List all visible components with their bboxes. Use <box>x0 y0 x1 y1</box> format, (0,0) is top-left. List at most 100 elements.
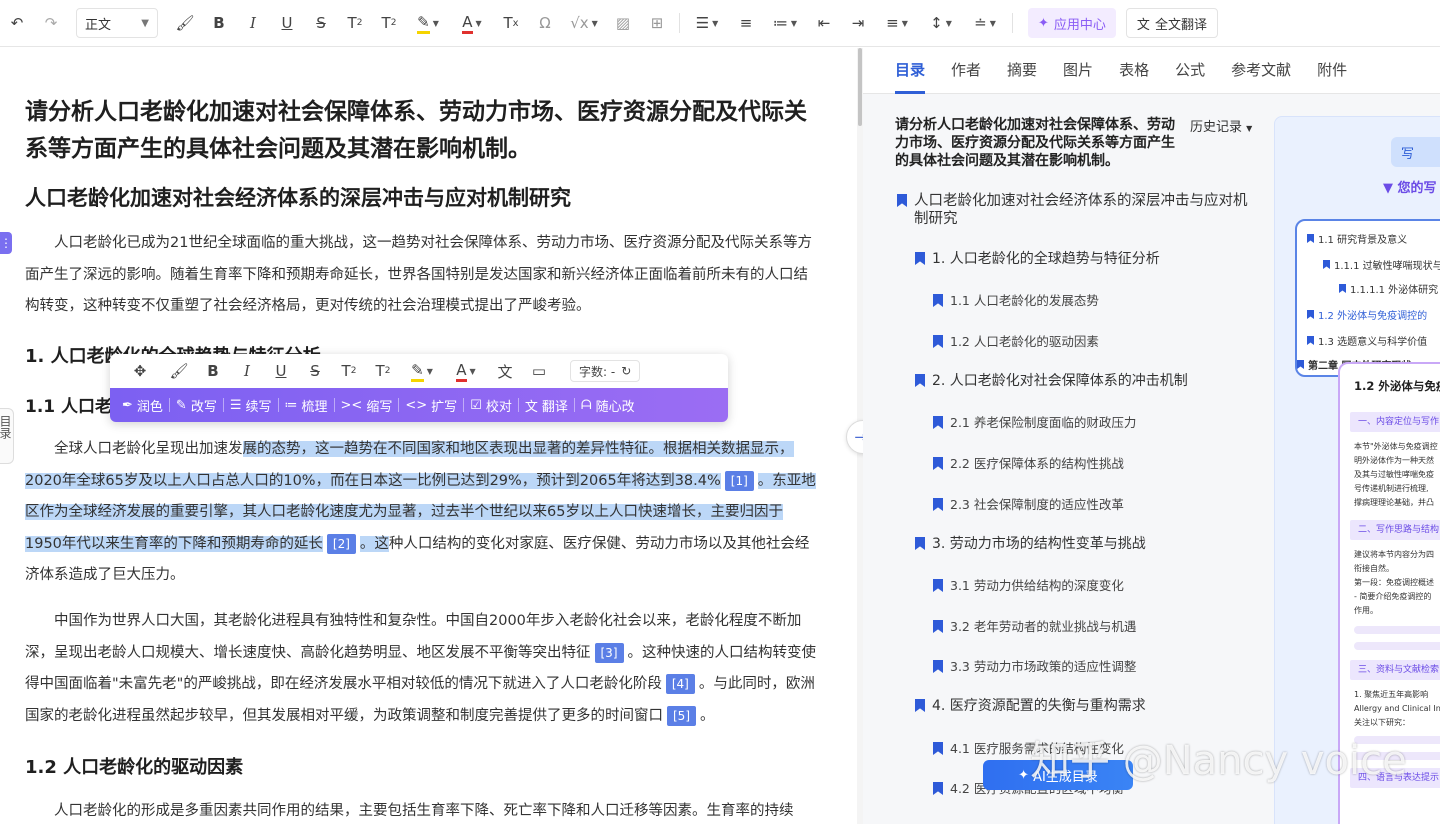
block-handle-icon[interactable]: ⋮ <box>0 232 12 254</box>
clear-format-icon[interactable]: Tx <box>494 8 528 38</box>
bookmark-icon <box>915 252 925 265</box>
format-painter-icon[interactable]: 🖌 <box>162 356 196 386</box>
history-dropdown[interactable]: 历史记录 ▼ <box>1190 116 1252 135</box>
strikethrough-icon[interactable]: S <box>304 8 338 38</box>
tab-abstract[interactable]: 摘要 <box>1007 48 1037 94</box>
tab-authors[interactable]: 作者 <box>951 48 981 94</box>
ai-preview-card: 写 ▼ 您的写 1.1 研究背景及意义 1.1.1 过敏性哮喘现状与 1.1.1… <box>1274 116 1440 824</box>
underline-icon[interactable]: U <box>264 356 298 386</box>
redo-icon[interactable]: ↷ <box>34 8 68 38</box>
toc-item[interactable]: 人口老龄化加速对社会经济体系的深层冲击与应对机制研究 <box>897 192 1257 228</box>
comment-icon[interactable]: ▭ <box>522 356 556 386</box>
highlight-color-icon[interactable]: ✎ ▼ <box>400 356 444 386</box>
font-color-icon[interactable]: A ▼ <box>450 8 494 38</box>
preview-toc-item: 1.1 研究背景及意义 <box>1307 231 1407 246</box>
paragraph-china[interactable]: 中国作为世界人口大国，其老龄化进程具有独特性和复杂性。中国自2000年步入老龄化… <box>25 606 817 732</box>
citation-2[interactable]: [2] <box>326 533 356 554</box>
ai-freeform-button[interactable]: ᗩ 随心改 <box>575 396 641 415</box>
scrollbar-thumb[interactable] <box>858 48 862 126</box>
citation-5[interactable]: [5] <box>667 705 696 726</box>
superscript-icon[interactable]: T2 <box>332 356 366 386</box>
align-icon[interactable]: ≡ ▼ <box>875 8 919 38</box>
italic-icon[interactable]: I <box>236 8 270 38</box>
side-toc-tab[interactable]: 目录 <box>0 408 14 464</box>
heading-subsection-1-2[interactable]: 1.2 人口老龄化的驱动因素 <box>25 753 243 779</box>
paragraph-style-select[interactable]: 正文 ▼ <box>76 8 158 38</box>
citation-1[interactable]: [1] <box>724 470 754 491</box>
ai-expand-button[interactable]: <> 扩写 <box>399 396 463 415</box>
tab-references[interactable]: 参考文献 <box>1231 48 1291 94</box>
paragraph-spacing-icon[interactable]: ≐ ▼ <box>963 8 1007 38</box>
bold-icon[interactable]: B <box>196 356 230 386</box>
bold-icon[interactable]: B <box>202 8 236 38</box>
italic-icon[interactable]: I <box>230 356 264 386</box>
toc-item[interactable]: 3.2 老年劳动者的就业挑战与机遇 <box>933 618 1136 636</box>
tab-tables[interactable]: 表格 <box>1119 48 1149 94</box>
multilevel-list-icon[interactable]: ≔ ▼ <box>763 8 807 38</box>
decrease-indent-icon[interactable]: ⇤ <box>807 8 841 38</box>
ai-continue-button[interactable]: ☰ 续写 <box>224 396 278 415</box>
font-color-icon[interactable]: A ▼ <box>444 356 488 386</box>
heading-subsection-1-1[interactable]: 1.1 人口老 <box>25 392 112 417</box>
refresh-icon[interactable]: ↻ <box>621 364 631 378</box>
table-icon[interactable]: ⊞ <box>640 8 674 38</box>
underline-icon[interactable]: U <box>270 8 304 38</box>
line-spacing-icon[interactable]: ↕ ▼ <box>919 8 963 38</box>
toc-item[interactable]: 1.1 人口老龄化的发展态势 <box>933 292 1099 310</box>
paragraph-intro[interactable]: 人口老龄化已成为21世纪全球面临的重大挑战，这一趋势对社会保障体系、劳动力市场、… <box>25 228 817 323</box>
toc-item[interactable]: 2.2 医疗保障体系的结构性挑战 <box>933 455 1124 473</box>
toc-item[interactable]: 1.2 人口老龄化的驱动因素 <box>933 333 1099 351</box>
tab-toc[interactable]: 目录 <box>895 48 926 94</box>
special-char-icon[interactable]: Ω <box>528 8 562 38</box>
toc-item[interactable]: 2. 人口老龄化对社会保障体系的冲击机制 <box>915 372 1188 390</box>
toc-item[interactable]: 1. 人口老龄化的全球趋势与特征分析 <box>915 250 1160 268</box>
numbered-list-icon[interactable]: ≡ <box>729 8 763 38</box>
ai-rewrite-button[interactable]: ✎ 改写 <box>170 396 223 415</box>
toc-item-label: 2.3 社会保障制度的适应性改革 <box>950 497 1124 512</box>
bookmark-icon <box>933 742 943 755</box>
toc-item[interactable]: 3.1 劳动力供给结构的深度变化 <box>933 577 1124 595</box>
citation-4[interactable]: [4] <box>665 674 695 694</box>
tab-images[interactable]: 图片 <box>1063 48 1093 94</box>
move-icon[interactable]: ✥ <box>118 356 162 386</box>
strikethrough-icon[interactable]: S <box>298 356 332 386</box>
ai-proofread-button[interactable]: ☑ 校对 <box>464 396 518 415</box>
document-title[interactable]: 请分析人口老龄化加速对社会保障体系、劳动力市场、医疗资源分配及代际关系等方面产生… <box>25 94 820 168</box>
toc-item[interactable]: 2.1 养老保险制度面临的财政压力 <box>933 414 1136 432</box>
subscript-icon[interactable]: T2 <box>366 356 400 386</box>
toc-item[interactable]: 3.3 劳动力市场政策的适应性调整 <box>933 658 1136 676</box>
toc-item-label: 2.2 医疗保障体系的结构性挑战 <box>950 456 1124 471</box>
heading-main[interactable]: 人口老龄化加速对社会经济体系的深层冲击与应对机制研究 <box>25 182 571 212</box>
main-toolbar: ↶ ↷ 正文 ▼ 🖌 B I U S T2 T2 ✎ ▼ A ▼ Tx Ω √x ▼ … <box>0 0 1440 47</box>
highlight-color-icon[interactable]: ✎ ▼ <box>406 8 450 38</box>
superscript-icon[interactable]: T2 <box>372 8 406 38</box>
preview-text: 建议将本节内容分为四 <box>1354 550 1434 559</box>
bookmark-icon <box>933 498 943 511</box>
toc-item[interactable]: 2.3 社会保障制度的适应性改革 <box>933 496 1124 514</box>
citation-3[interactable]: [3] <box>594 642 624 663</box>
app-center-button[interactable]: ✦ 应用中心 <box>1028 8 1116 38</box>
ai-polish-button[interactable]: ✒ 润色 <box>116 396 169 415</box>
bullet-list-icon[interactable]: ☰ ▼ <box>685 8 729 38</box>
document-editor[interactable]: 请分析人口老龄化加速对社会保障体系、劳动力市场、医疗资源分配及代际关系等方面产生… <box>0 48 857 824</box>
translate-icon[interactable]: 文 <box>488 356 522 386</box>
bookmark-icon <box>915 374 925 387</box>
subscript-icon[interactable]: T2 <box>338 8 372 38</box>
ai-shorten-button[interactable]: >< 缩写 <box>335 396 399 415</box>
increase-indent-icon[interactable]: ⇥ <box>841 8 875 38</box>
toc-document-title[interactable]: 请分析人口老龄化加速对社会保障体系、劳动力市场、医疗资源分配及代际关系等方面产生… <box>895 116 1185 170</box>
tab-attachments[interactable]: 附件 <box>1317 48 1347 94</box>
toc-item[interactable]: 4. 医疗资源配置的失衡与重构需求 <box>915 697 1146 715</box>
paragraph-drivers[interactable]: 人口老龄化的形成是多重因素共同作用的结果，主要包括生育率下降、死亡率下降和人口迁… <box>25 796 817 824</box>
tab-formulas[interactable]: 公式 <box>1175 48 1205 94</box>
toc-item[interactable]: 3. 劳动力市场的结构性变革与挑战 <box>915 535 1146 553</box>
ai-translate-button[interactable]: 文翻译 <box>519 396 574 415</box>
image-icon[interactable]: ▨ <box>606 8 640 38</box>
undo-icon[interactable]: ↶ <box>0 8 34 38</box>
expand-icon: <> <box>405 397 428 413</box>
full-translate-button[interactable]: 文 全文翻译 <box>1125 8 1218 38</box>
format-painter-icon[interactable]: 🖌 <box>168 8 202 38</box>
paragraph-global-trend[interactable]: 全球人口老龄化呈现出加速发展的态势，这一趋势在不同国家和地区表现出显著的差异性特… <box>25 434 817 592</box>
ai-organize-button[interactable]: ≔ 梳理 <box>279 396 334 415</box>
formula-icon[interactable]: √x ▼ <box>562 8 606 38</box>
